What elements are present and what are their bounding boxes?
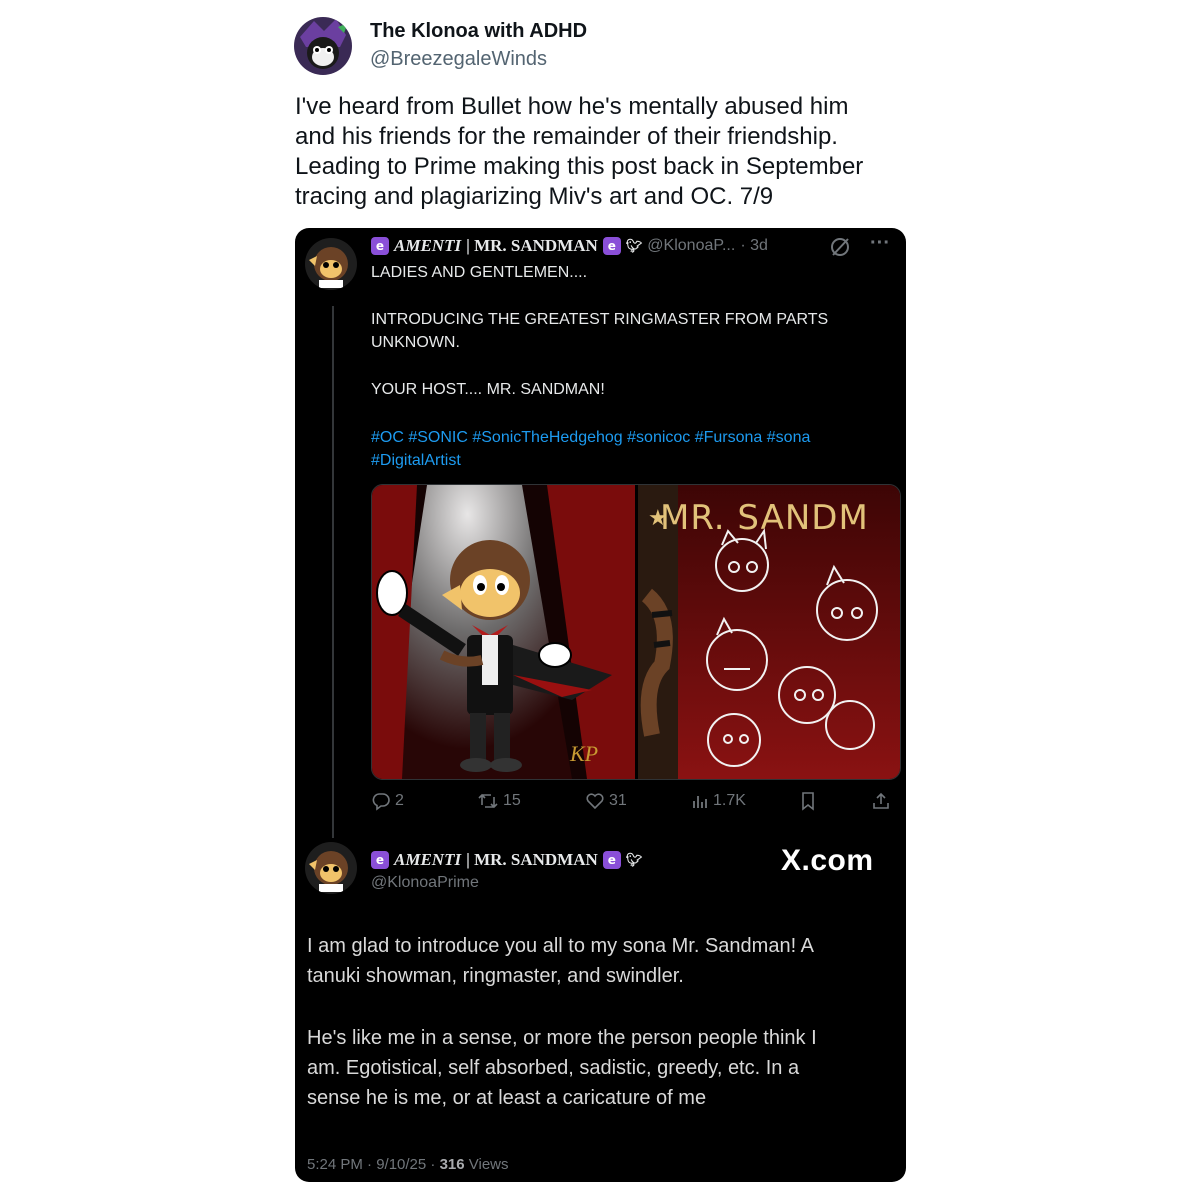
author-name-prefix: AMENTI <box>394 236 462 255</box>
tweet-text-line: Leading to Prime making this post back i… <box>295 153 864 180</box>
reply-icon <box>372 793 390 811</box>
artist-signature: KP <box>569 741 598 766</box>
hashtags[interactable]: #OC #SONIC #SonicTheHedgehog #sonicoc #F… <box>371 426 891 449</box>
views-button[interactable]: 1.7K <box>691 791 746 811</box>
embed-post2-line: He's like me in a sense, or more the per… <box>307 1027 817 1049</box>
views-icon <box>693 796 707 808</box>
like-count: 31 <box>609 792 627 809</box>
reply-count: 2 <box>395 792 404 809</box>
embedded-screenshot[interactable]: e AMENTI | MR. SANDMAN e 🐦︎ @KlonoaP... … <box>295 228 906 1182</box>
repost-button[interactable]: 15 <box>477 791 521 811</box>
x-com-watermark: X.com <box>781 844 874 877</box>
like-icon <box>586 793 604 810</box>
tweet-text-line: I've heard from Bullet how he's mentally… <box>295 93 849 120</box>
embed-avatar[interactable] <box>305 238 357 290</box>
repost-count: 15 <box>503 792 521 809</box>
author-name-prefix: AMENTI <box>394 850 462 869</box>
verified-badge-icon: e <box>602 237 621 255</box>
verified-badge-icon: e <box>602 851 621 869</box>
bird-icon: 🐦︎ <box>625 238 643 254</box>
timestamp-text: 5:24 PM · 9/10/25 · <box>307 1156 440 1173</box>
embed-post2-line: I am glad to introduce you all to my son… <box>307 935 814 957</box>
embed-post1-time[interactable]: · 3d <box>740 237 768 255</box>
views-number: 316 <box>439 1156 465 1173</box>
bookmark-icon <box>802 792 814 811</box>
views-count: 1.7K <box>713 792 746 809</box>
author-name-suffix: | MR. SANDMAN <box>466 850 598 869</box>
author-avatar[interactable] <box>294 17 352 75</box>
verified-badge-icon: e <box>371 851 389 869</box>
embed-post2-paragraph: I am glad to introduce you all to my son… <box>307 931 887 991</box>
thread-line <box>332 306 334 838</box>
embed-post2-line: sense he is me, or at least a caricature… <box>307 1087 707 1109</box>
embed-post1-line: INTRODUCING THE GREATEST RINGMASTER FROM… <box>371 311 829 328</box>
reply-button[interactable]: 2 <box>371 791 404 811</box>
embed-post1-handle[interactable]: @KlonoaP... <box>647 237 735 255</box>
verified-badge-icon: e <box>371 237 389 255</box>
tweet-text-line: tracing and plagiarizing Miv's art and O… <box>295 183 774 210</box>
share-button[interactable] <box>871 791 891 811</box>
embed-post1-author[interactable]: e AMENTI | MR. SANDMAN e 🐦︎ @KlonoaP... … <box>371 236 768 256</box>
bird-icon: 🐦︎ <box>625 852 643 868</box>
author-name-suffix: | MR. SANDMAN <box>466 236 598 255</box>
more-icon[interactable]: ··· <box>870 232 890 255</box>
tweet-text: I've heard from Bullet how he's mentally… <box>295 92 935 212</box>
embed-post2-handle[interactable]: @KlonoaPrime <box>371 874 479 892</box>
hashtags[interactable]: #DigitalArtist <box>371 449 891 472</box>
tweet-text-line: and his friends for the remainder of the… <box>295 123 838 150</box>
repost-icon <box>478 793 498 809</box>
svg-text:★: ★ <box>648 506 668 531</box>
author-name[interactable]: The Klonoa with ADHD <box>370 20 587 43</box>
like-button[interactable]: 31 <box>585 791 627 811</box>
embed-post2-author[interactable]: e AMENTI | MR. SANDMAN e 🐦︎ <box>371 850 642 870</box>
grok-icon[interactable] <box>829 236 851 263</box>
share-icon <box>873 792 889 809</box>
embed-post2-line: am. Egotistical, self absorbed, sadistic… <box>307 1057 800 1079</box>
action-bar: 2 15 31 1.7K <box>371 791 899 817</box>
embed-avatar[interactable] <box>305 842 357 894</box>
author-handle[interactable]: @BreezegaleWinds <box>370 48 547 71</box>
embed-post2-line: tanuki showman, ringmaster, and swindler… <box>307 965 684 987</box>
post-media[interactable]: KP MR. SANDM ★ <box>371 484 901 780</box>
post-timestamp[interactable]: 5:24 PM · 9/10/25 · 316 Views <box>307 1156 509 1173</box>
embed-post1-line: LADIES AND GENTLEMEN.... <box>371 264 588 281</box>
embed-post1-line: YOUR HOST.... MR. SANDMAN! <box>371 381 605 398</box>
embed-post1-line: UNKNOWN. <box>371 334 460 351</box>
embed-post2-paragraph: He's like me in a sense, or more the per… <box>307 1023 887 1113</box>
bookmark-button[interactable] <box>799 791 817 811</box>
character-artwork[interactable]: KP MR. SANDM ★ <box>372 485 900 779</box>
views-label: Views <box>464 1156 509 1173</box>
